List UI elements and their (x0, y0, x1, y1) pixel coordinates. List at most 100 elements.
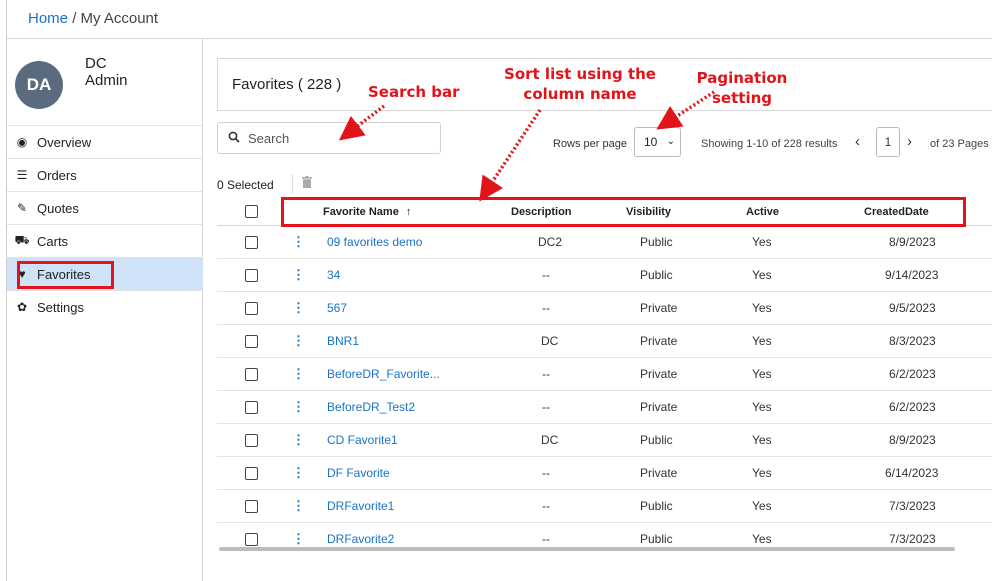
row-checkbox[interactable] (245, 302, 258, 315)
row-checkbox[interactable] (245, 401, 258, 414)
trash-icon[interactable] (302, 176, 312, 191)
row-checkbox[interactable] (245, 269, 258, 282)
sidebar-item-quotes[interactable]: ✎ Quotes (7, 191, 203, 224)
cell-active: Yes (752, 235, 772, 249)
cell-created-date: 8/9/2023 (889, 433, 936, 447)
list-icon: ☰ (16, 168, 28, 182)
dashboard-icon: ◉ (16, 135, 28, 149)
breadcrumb: Home / My Account (28, 10, 158, 27)
cell-active: Yes (752, 268, 772, 282)
annotation-sort-list: Sort list using the column name (504, 65, 656, 103)
cell-visibility: Public (640, 532, 673, 546)
kebab-menu-icon[interactable]: ⋮ (292, 531, 305, 547)
breadcrumb-home-link[interactable]: Home (28, 10, 68, 27)
row-checkbox[interactable] (245, 434, 258, 447)
row-checkbox[interactable] (245, 533, 258, 546)
table-row: ⋮ DRFavorite2 -- Public Yes 7/3/2023 (217, 523, 992, 556)
cell-description: -- (542, 301, 550, 315)
sidebar-item-label: Settings (37, 299, 84, 315)
cell-visibility: Private (640, 301, 678, 315)
favorites-highlight-box (17, 261, 114, 289)
sidebar-item-overview[interactable]: ◉ Overview (7, 125, 203, 158)
page-number-input[interactable]: 1 (876, 127, 900, 157)
results-summary: Showing 1-10 of 228 results (701, 138, 838, 150)
cell-active: Yes (752, 301, 772, 315)
sidebar-item-favorites[interactable]: ♥ Favorites (7, 257, 203, 290)
favorite-name-link[interactable]: BeforeDR_Test2 (327, 400, 415, 414)
sidebar-item-settings[interactable]: ✿ Settings (7, 290, 203, 323)
kebab-menu-icon[interactable]: ⋮ (292, 399, 305, 415)
table-row: ⋮ DF Favorite -- Private Yes 6/14/2023 (217, 457, 992, 490)
kebab-menu-icon[interactable]: ⋮ (292, 432, 305, 448)
favorite-name-link[interactable]: BNR1 (327, 334, 359, 348)
table-row: ⋮ BeforeDR_Favorite... -- Private Yes 6/… (217, 358, 992, 391)
sidebar: DA DC Admin ◉ Overview ☰ Orders ✎ Quotes… (7, 39, 203, 581)
kebab-menu-icon[interactable]: ⋮ (292, 234, 305, 250)
table-row: ⋮ 09 favorites demo DC2 Public Yes 8/9/2… (217, 226, 992, 259)
kebab-menu-icon[interactable]: ⋮ (292, 300, 305, 316)
favorite-name-link[interactable]: 09 favorites demo (327, 235, 422, 249)
favorite-name-link[interactable]: CD Favorite1 (327, 433, 398, 447)
favorite-name-link[interactable]: DRFavorite1 (327, 499, 394, 513)
cell-description: -- (542, 532, 550, 546)
toolbar-divider (292, 174, 293, 194)
cell-description: -- (542, 466, 550, 480)
cell-active: Yes (752, 367, 772, 381)
table-row: ⋮ DRFavorite1 -- Public Yes 7/3/2023 (217, 490, 992, 523)
user-name-line1: DC (85, 55, 107, 72)
cell-created-date: 6/14/2023 (885, 466, 939, 480)
row-checkbox[interactable] (245, 500, 258, 513)
cell-visibility: Public (640, 433, 673, 447)
cell-description: -- (542, 400, 550, 414)
cell-description: -- (542, 268, 550, 282)
annotation-pagination: Pagination setting (696, 69, 788, 107)
rows-per-page-label: Rows per page (553, 138, 627, 150)
horizontal-scrollbar[interactable] (219, 547, 955, 551)
row-checkbox[interactable] (245, 467, 258, 480)
favorite-name-link[interactable]: 567 (327, 301, 347, 315)
user-profile: DA DC Admin (15, 55, 203, 125)
cell-visibility: Private (640, 466, 678, 480)
chevron-right-icon[interactable]: › (907, 133, 912, 150)
kebab-menu-icon[interactable]: ⋮ (292, 333, 305, 349)
sidebar-item-label: Orders (37, 167, 77, 183)
pencil-icon: ✎ (16, 201, 28, 215)
rows-per-page-select[interactable]: 10 ⌄ (634, 127, 681, 157)
favorite-name-link[interactable]: BeforeDR_Favorite... (327, 367, 440, 381)
sidebar-item-carts[interactable]: ⛟ Carts (7, 224, 203, 257)
cell-active: Yes (752, 400, 772, 414)
kebab-menu-icon[interactable]: ⋮ (292, 267, 305, 283)
annotation-search-bar: Search bar (368, 83, 460, 101)
table-row: ⋮ BNR1 DC Private Yes 8/3/2023 (217, 325, 992, 358)
search-placeholder: Search (248, 130, 290, 146)
favorite-name-link[interactable]: DF Favorite (327, 466, 390, 480)
selected-count: 0 Selected (217, 178, 274, 192)
favorite-name-link[interactable]: DRFavorite2 (327, 532, 394, 546)
search-input[interactable]: Search (217, 122, 441, 154)
cell-active: Yes (752, 466, 772, 480)
select-all-checkbox[interactable] (245, 205, 258, 218)
table-row: ⋮ 34 -- Public Yes 9/14/2023 (217, 259, 992, 292)
gear-icon: ✿ (16, 300, 28, 314)
cell-created-date: 6/2/2023 (889, 367, 936, 381)
row-checkbox[interactable] (245, 236, 258, 249)
cell-visibility: Public (640, 235, 673, 249)
cell-visibility: Private (640, 400, 678, 414)
table-row: ⋮ CD Favorite1 DC Public Yes 8/9/2023 (217, 424, 992, 457)
kebab-menu-icon[interactable]: ⋮ (292, 498, 305, 514)
row-checkbox[interactable] (245, 368, 258, 381)
table-row: ⋮ BeforeDR_Test2 -- Private Yes 6/2/2023 (217, 391, 992, 424)
row-checkbox[interactable] (245, 335, 258, 348)
kebab-menu-icon[interactable]: ⋮ (292, 366, 305, 382)
favorite-name-link[interactable]: 34 (327, 268, 340, 282)
table-row: ⋮ 567 -- Private Yes 9/5/2023 (217, 292, 992, 325)
breadcrumb-separator: / (72, 10, 77, 27)
cell-active: Yes (752, 334, 772, 348)
cell-created-date: 8/3/2023 (889, 334, 936, 348)
chevron-down-icon: ⌄ (666, 136, 675, 147)
sidebar-item-orders[interactable]: ☰ Orders (7, 158, 203, 191)
breadcrumb-current: My Account (80, 10, 159, 27)
chevron-left-icon[interactable]: ‹ (855, 133, 860, 150)
kebab-menu-icon[interactable]: ⋮ (292, 465, 305, 481)
cell-visibility: Public (640, 268, 673, 282)
